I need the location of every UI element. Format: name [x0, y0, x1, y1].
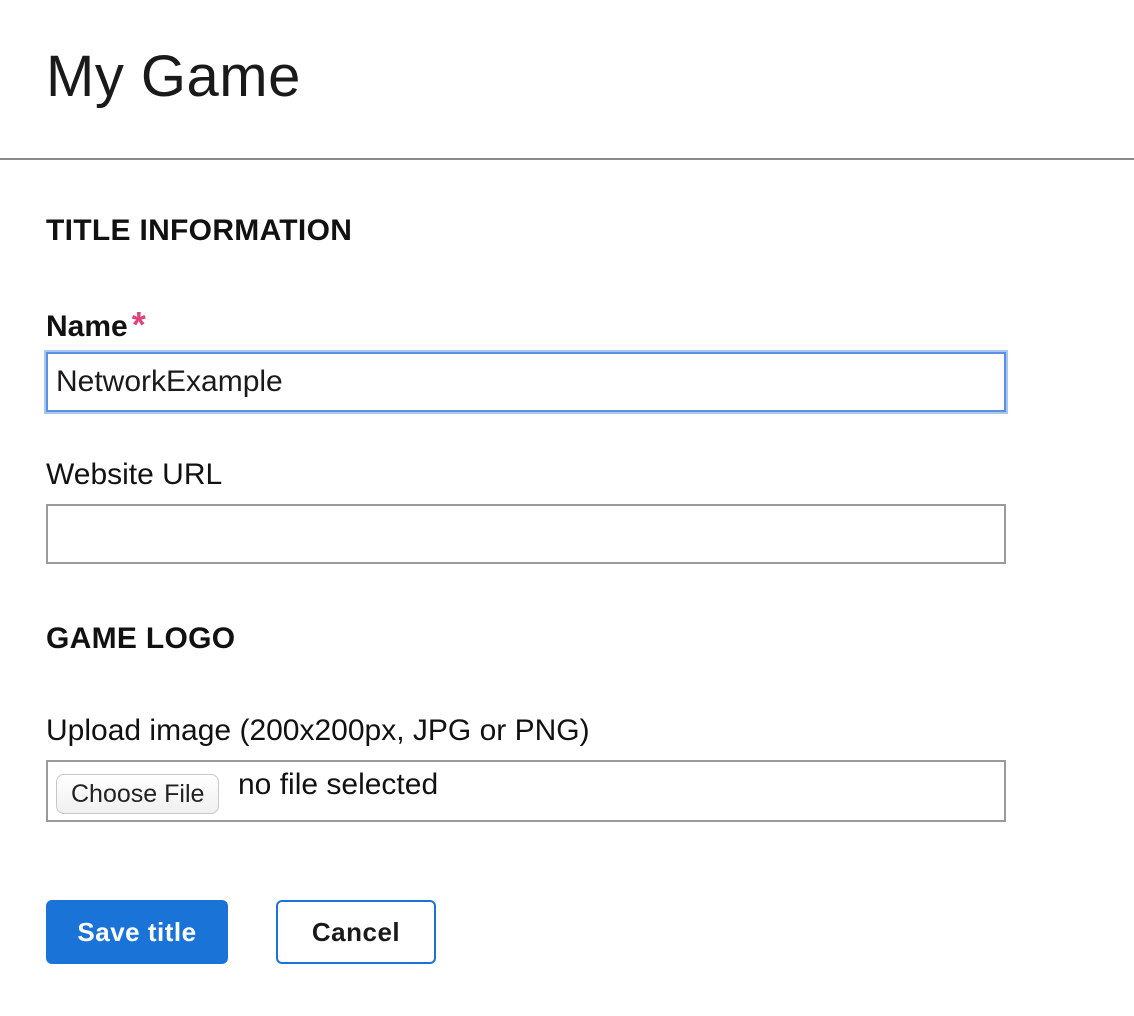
website-url-input[interactable]	[46, 504, 1006, 564]
name-label: Name *	[46, 304, 146, 346]
section-heading-game-logo: GAME LOGO	[46, 622, 236, 655]
file-upload-field: Choose File no file selected	[46, 760, 1006, 822]
section-heading-title-information: TITLE INFORMATION	[46, 214, 353, 247]
name-label-text: Name	[46, 310, 128, 343]
title-form: TITLE INFORMATION Name* Website URL GAME…	[0, 160, 1134, 1016]
save-title-button[interactable]: Save title	[46, 900, 228, 964]
file-status-text: no file selected	[238, 768, 439, 801]
cancel-button[interactable]: Cancel	[276, 900, 436, 964]
name-input[interactable]	[46, 352, 1006, 412]
required-asterisk-icon: *	[131, 304, 146, 345]
page-header: My Game	[0, 0, 1134, 160]
website-url-label: Website URL	[46, 458, 223, 491]
page-title: My Game	[46, 44, 301, 109]
upload-image-label: Upload image (200x200px, JPG or PNG)	[46, 714, 590, 747]
choose-file-button[interactable]: Choose File	[56, 774, 220, 814]
